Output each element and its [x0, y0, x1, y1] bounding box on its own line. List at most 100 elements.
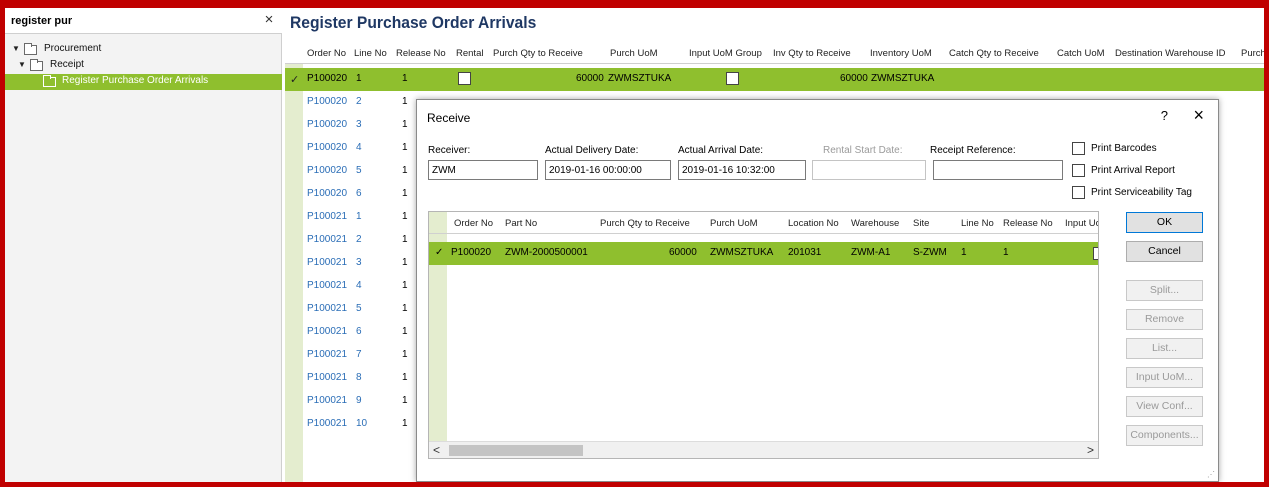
cell-line-no[interactable]: 4	[356, 142, 362, 153]
cell-order-no[interactable]: P100021	[307, 372, 347, 383]
cell-order-no[interactable]: P100021	[307, 303, 347, 314]
tree-item-procurement[interactable]: ▼ Procurement	[5, 42, 282, 58]
column-header[interactable]: Catch Qty to Receive	[949, 48, 1039, 59]
help-icon[interactable]: ?	[1161, 108, 1168, 123]
column-header[interactable]: Location No	[788, 218, 839, 229]
cell-order-no[interactable]: P100021	[307, 211, 347, 222]
cell-order-no[interactable]: P100021	[307, 257, 347, 268]
expand-arrow-icon[interactable]: ▼	[18, 60, 26, 69]
column-header[interactable]: Rental	[456, 48, 483, 59]
cell-line-no[interactable]: 8	[356, 372, 362, 383]
horizontal-scrollbar[interactable]: < >	[429, 441, 1098, 458]
column-header[interactable]: Purch UoM	[710, 218, 758, 229]
cell-inventory-uom[interactable]: ZWMSZTUKA	[871, 73, 934, 84]
cell-line-no[interactable]: 6	[356, 188, 362, 199]
column-header[interactable]: Input UoM Group	[689, 48, 762, 59]
scroll-right-arrow-icon[interactable]: >	[1087, 443, 1094, 457]
actual-delivery-date-input[interactable]	[545, 160, 671, 180]
navigator-search-bar: ×	[5, 8, 282, 34]
cell-line-no[interactable]: 10	[356, 418, 367, 429]
components-button[interactable]: Components...	[1126, 425, 1203, 446]
close-icon[interactable]: ×	[1193, 105, 1204, 126]
column-header[interactable]: Purch	[1241, 48, 1264, 59]
view-conf-button[interactable]: View Conf...	[1126, 396, 1203, 417]
cell-order-no[interactable]: P100020	[307, 142, 347, 153]
cell-release-no: 1	[402, 73, 408, 84]
cell-order-no[interactable]: P100020	[307, 119, 347, 130]
column-header[interactable]: Warehouse	[851, 218, 899, 229]
cell-order-no[interactable]: P100020	[307, 73, 347, 84]
cell-order-no[interactable]: P100021	[307, 280, 347, 291]
column-header[interactable]: Catch UoM	[1057, 48, 1105, 59]
rental-checkbox[interactable]	[458, 72, 471, 85]
ok-button[interactable]: OK	[1126, 212, 1203, 233]
column-header[interactable]: Purch Qty to Receive	[600, 218, 690, 229]
column-header[interactable]: Order No	[307, 48, 346, 59]
column-header[interactable]: Release No	[396, 48, 446, 59]
checkbox-box[interactable]	[1072, 164, 1085, 177]
column-header[interactable]: Release No	[1003, 218, 1053, 229]
cell-order-no[interactable]: P100021	[307, 234, 347, 245]
split-button[interactable]: Split...	[1126, 280, 1203, 301]
actual-arrival-date-input[interactable]	[678, 160, 806, 180]
column-header[interactable]: Inv Qty to Receive	[773, 48, 851, 59]
column-header[interactable]: Site	[913, 218, 929, 229]
cell-line-no[interactable]: 6	[356, 326, 362, 337]
cell-order-no[interactable]: P100020	[307, 188, 347, 199]
receipt-reference-input[interactable]	[933, 160, 1063, 180]
cell-line-no[interactable]: 1	[356, 211, 362, 222]
input-uom-group-checkbox[interactable]	[726, 72, 739, 85]
cell-line-no[interactable]: 3	[356, 257, 362, 268]
receiver-input[interactable]	[428, 160, 538, 180]
tree-item-register-purchase-order-arrivals[interactable]: Register Purchase Order Arrivals	[5, 74, 282, 90]
input-uom-checkbox[interactable]	[1093, 247, 1098, 260]
cell-line-no[interactable]: 2	[356, 234, 362, 245]
tree-item-receipt[interactable]: ▼ Receipt	[5, 58, 282, 74]
navigator-search-input[interactable]	[11, 13, 241, 29]
cancel-button[interactable]: Cancel	[1126, 241, 1203, 262]
cell-warehouse: ZWM-A1	[851, 247, 891, 258]
cell-location-no: 201031	[788, 247, 822, 258]
column-header[interactable]: Purch Qty to Receive	[493, 48, 583, 59]
column-header[interactable]: Line No	[354, 48, 387, 59]
cell-line-no[interactable]: 3	[356, 119, 362, 130]
tree-item-label: Register Purchase Order Arrivals	[62, 75, 209, 86]
cell-purch-uom[interactable]: ZWMSZTUKA	[608, 73, 671, 84]
cell-order-no[interactable]: P100020	[307, 96, 347, 107]
column-header[interactable]: Input Uo	[1065, 218, 1098, 229]
input-uom-button[interactable]: Input UoM...	[1126, 367, 1203, 388]
column-header[interactable]: Inventory UoM	[870, 48, 932, 59]
column-header[interactable]: Order No	[454, 218, 493, 229]
cell-order-no[interactable]: P100021	[307, 349, 347, 360]
cell-line-no[interactable]: 9	[356, 395, 362, 406]
cell-line-no[interactable]: 2	[356, 96, 362, 107]
cell-line-no[interactable]: 7	[356, 349, 362, 360]
column-header[interactable]: Destination Warehouse ID	[1115, 48, 1226, 59]
list-button[interactable]: List...	[1126, 338, 1203, 359]
column-header[interactable]: Part No	[505, 218, 537, 229]
close-icon[interactable]: ×	[260, 11, 278, 29]
cell-release-no: 1	[402, 395, 408, 406]
cell-line-no[interactable]: 1	[356, 73, 362, 84]
cell-line-no[interactable]: 5	[356, 165, 362, 176]
cell-order-no[interactable]: P100020	[307, 165, 347, 176]
resize-grip-icon[interactable]: ⋰	[1207, 470, 1215, 479]
expand-arrow-icon[interactable]: ▼	[12, 44, 20, 53]
cell-line-no[interactable]: 5	[356, 303, 362, 314]
scrollbar-thumb[interactable]	[449, 445, 583, 456]
checkbox-box[interactable]	[1072, 142, 1085, 155]
cell-order-no[interactable]: P100021	[307, 326, 347, 337]
column-header[interactable]: Line No	[961, 218, 994, 229]
cell-line-no[interactable]: 4	[356, 280, 362, 291]
cell-order-no[interactable]: P100021	[307, 395, 347, 406]
receiver-label: Receiver:	[428, 145, 471, 156]
scroll-left-arrow-icon[interactable]: <	[433, 443, 440, 457]
table-row[interactable]: ✓ P100020 ZWM-2000500001 60000 ZWMSZTUKA…	[429, 242, 1098, 265]
page-title: Register Purchase Order Arrivals	[290, 13, 537, 32]
table-row[interactable]: ✓ P100020 1 1 60000 ZWMSZTUKA 60000 ZWMSZTUKA	[285, 68, 1264, 91]
cell-release-no: 1	[402, 211, 408, 222]
column-header[interactable]: Purch UoM	[610, 48, 658, 59]
checkbox-box[interactable]	[1072, 186, 1085, 199]
cell-order-no[interactable]: P100021	[307, 418, 347, 429]
remove-button[interactable]: Remove	[1126, 309, 1203, 330]
